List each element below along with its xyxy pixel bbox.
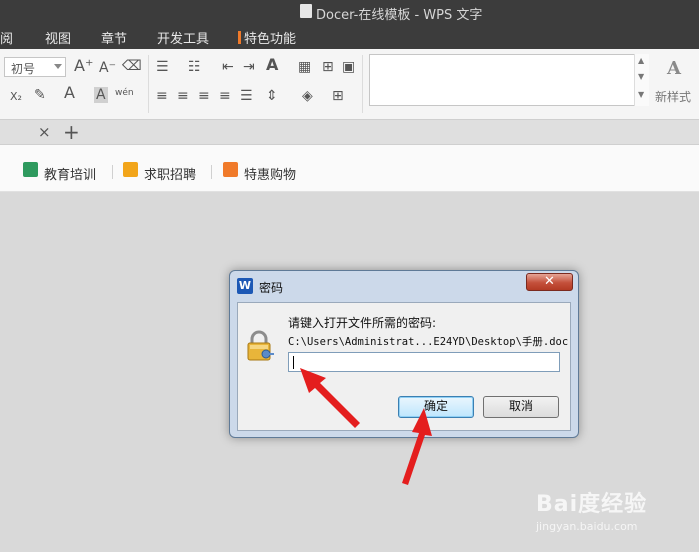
- shrink-font-icon[interactable]: A⁻: [99, 60, 116, 76]
- char-shading-icon[interactable]: A: [94, 87, 108, 103]
- menu-chapter[interactable]: 章节: [101, 28, 127, 47]
- increase-indent-icon[interactable]: ⇥: [243, 59, 255, 75]
- styles-scrollbar[interactable]: ▲ ▼ ▼: [634, 54, 649, 106]
- cancel-button[interactable]: 取消: [483, 396, 559, 418]
- wps-doc-icon: [300, 4, 312, 18]
- title-bar: Docer-在线模板 - WPS 文字: [0, 0, 699, 24]
- chevron-down-icon: [54, 64, 62, 69]
- password-prompt: 请键入打开文件所需的密码:: [288, 316, 437, 330]
- align-left-icon[interactable]: ≡: [156, 88, 168, 104]
- menu-bar: 阅 视图 章节 开发工具 特色功能: [0, 24, 699, 49]
- close-tab-icon[interactable]: ×: [38, 123, 51, 141]
- phonetic-guide-icon[interactable]: wén: [115, 85, 134, 101]
- docer-category-bar: 教育培训 求职招聘 特惠购物: [0, 145, 699, 192]
- scroll-down-icon[interactable]: ▼: [638, 72, 644, 81]
- align-center-icon[interactable]: ≡: [177, 88, 189, 104]
- shopping-icon: [223, 162, 238, 177]
- ok-button[interactable]: 确定: [398, 396, 474, 418]
- table-icon[interactable]: ▦: [298, 59, 311, 75]
- password-dialog: W 密码 ✕ 请键入打开文件所需的密码: C:\Users\Administra…: [229, 270, 579, 438]
- show-marks-icon[interactable]: ⊞: [322, 59, 334, 75]
- styles-gallery[interactable]: [369, 54, 649, 106]
- person-icon: [123, 162, 138, 177]
- dialog-close-button[interactable]: ✕: [526, 273, 573, 291]
- highlight-pen-icon[interactable]: ✎: [34, 87, 46, 103]
- font-size-value: 初号: [11, 62, 36, 76]
- category-divider: [211, 165, 212, 179]
- menu-view[interactable]: 视图: [45, 28, 71, 47]
- category-jobs[interactable]: 求职招聘: [144, 164, 196, 183]
- align-right-icon[interactable]: ≡: [198, 88, 210, 104]
- menu-special-features[interactable]: 特色功能: [237, 28, 296, 47]
- new-style-label[interactable]: 新样式: [655, 88, 691, 105]
- bullet-list-icon[interactable]: ☰: [156, 59, 169, 75]
- border-grid-icon[interactable]: ⊞: [332, 88, 344, 104]
- menu-developer[interactable]: 开发工具: [157, 28, 209, 47]
- dialog-title: 密码: [259, 281, 284, 295]
- text-direction-icon[interactable]: A: [266, 57, 278, 73]
- line-spacing-icon[interactable]: ⇕: [266, 88, 278, 104]
- lock-key-icon: [247, 330, 274, 361]
- menu-review[interactable]: 阅: [0, 28, 13, 47]
- book-icon: [23, 162, 38, 177]
- wps-writer-icon: W: [237, 278, 253, 294]
- dialog-body: 请键入打开文件所需的密码: C:\Users\Administrat...E24…: [237, 302, 571, 431]
- file-path: C:\Users\Administrat...E24YD\Desktop\手册.…: [288, 336, 569, 348]
- decrease-indent-icon[interactable]: ⇤: [222, 59, 234, 75]
- watermark-url: jingyan.baidu.com: [536, 520, 638, 533]
- grow-font-icon[interactable]: A⁺: [74, 58, 93, 74]
- numbered-list-icon[interactable]: ☷: [188, 59, 201, 75]
- document-tab-strip: × +: [0, 120, 699, 145]
- add-tab-icon[interactable]: +: [63, 120, 80, 144]
- category-shopping[interactable]: 特惠购物: [244, 164, 296, 183]
- clear-format-icon[interactable]: ⌫: [122, 58, 142, 74]
- window-title: Docer-在线模板 - WPS 文字: [316, 8, 483, 23]
- category-education[interactable]: 教育培训: [44, 164, 96, 183]
- subscript-icon[interactable]: X₂: [10, 89, 22, 105]
- password-input[interactable]: [288, 352, 560, 372]
- ribbon: 初号 A⁺ A⁻ ⌫ X₂ ✎ A A wén ☰ ☷ ⇤ ⇥ A ▦ ⊞ ▣ …: [0, 49, 699, 120]
- expand-gallery-icon[interactable]: ▼: [638, 90, 644, 99]
- font-size-select[interactable]: 初号: [4, 57, 66, 77]
- new-style-icon[interactable]: A: [667, 58, 681, 79]
- baidu-jingyan-watermark: Bai度经验 jingyan.baidu.com: [536, 486, 676, 536]
- category-divider: [112, 165, 113, 179]
- distributed-icon[interactable]: ☰: [240, 88, 253, 104]
- text-caret: [293, 356, 294, 369]
- justify-icon[interactable]: ≡: [219, 88, 231, 104]
- ribbon-divider: [148, 55, 149, 113]
- fill-bucket-icon[interactable]: ◈: [302, 88, 313, 104]
- font-color-icon[interactable]: A: [64, 85, 75, 101]
- ribbon-divider: [362, 55, 363, 113]
- borders-icon[interactable]: ▣: [342, 59, 355, 75]
- watermark-logo: Bai度经验: [536, 492, 648, 517]
- scroll-up-icon[interactable]: ▲: [638, 56, 644, 65]
